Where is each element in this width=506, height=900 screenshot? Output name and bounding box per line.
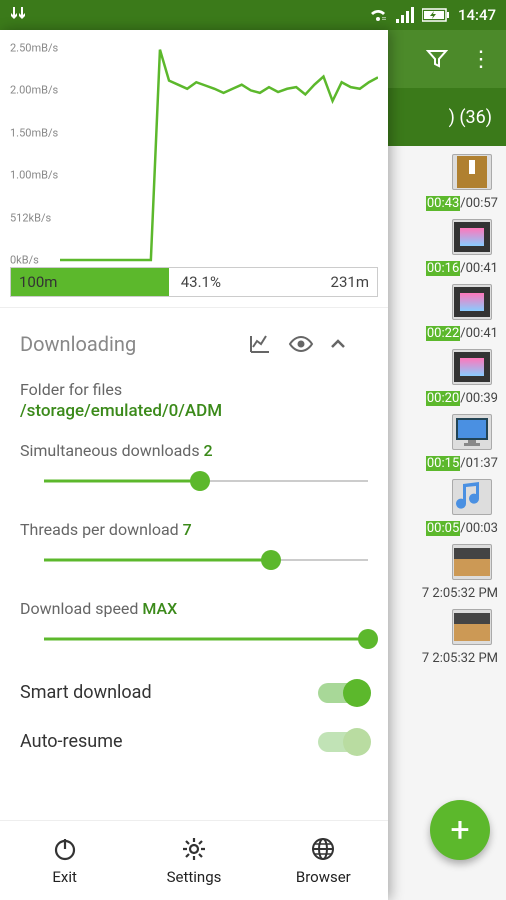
visibility-icon[interactable]: [288, 332, 328, 356]
section-title: Downloading: [20, 332, 248, 356]
sim-downloads-value: 2: [204, 441, 213, 460]
list-item[interactable]: 00:15/01:37: [388, 410, 506, 475]
list-item[interactable]: 00:16/00:41: [388, 215, 506, 280]
exit-label: Exit: [52, 868, 77, 886]
status-bar: 14:47: [0, 0, 506, 30]
settings-panel: 2.50mB/s2.00mB/s1.50mB/s1.00mB/s512kB/s0…: [0, 30, 388, 900]
threads-label: Threads per download: [20, 520, 183, 539]
background-download-list: ⋮ ) (36) 00:43/00:5700:16/00:4100:22/00:…: [388, 30, 506, 900]
smart-download-label: Smart download: [20, 682, 318, 703]
bottom-nav: Exit Settings Browser: [0, 820, 388, 900]
more-icon[interactable]: ⋮: [470, 47, 492, 72]
list-item[interactable]: 7 2:05:32 PM: [388, 540, 506, 605]
auto-resume-label: Auto-resume: [20, 731, 318, 752]
settings-button[interactable]: Settings: [129, 821, 258, 900]
list-item[interactable]: 00:20/00:39: [388, 345, 506, 410]
progress-total: 231m: [331, 273, 369, 291]
list-item[interactable]: 00:43/00:57: [388, 150, 506, 215]
filter-icon[interactable]: [426, 48, 448, 70]
browser-button[interactable]: Browser: [259, 821, 388, 900]
settings-label: Settings: [167, 868, 222, 886]
exit-button[interactable]: Exit: [0, 821, 129, 900]
browser-label: Browser: [296, 868, 351, 886]
progress-bar: 100m 43.1% 231m: [10, 267, 378, 297]
chart-toggle-icon[interactable]: [248, 332, 288, 356]
folder-setting[interactable]: Folder for files /storage/emulated/0/ADM: [0, 370, 388, 431]
speed-slider[interactable]: [44, 624, 368, 654]
progress-percent: 43.1%: [181, 273, 221, 291]
speed-label: Download speed: [20, 599, 142, 618]
sim-downloads-label: Simultaneous downloads: [20, 441, 204, 460]
smart-download-toggle[interactable]: [318, 683, 368, 703]
list-item[interactable]: 00:05/00:03: [388, 475, 506, 540]
battery-icon: [422, 8, 450, 22]
list-item[interactable]: 00:22/00:41: [388, 280, 506, 345]
queue-count: ) (36): [449, 107, 492, 128]
download-arrows-icon: [10, 5, 30, 25]
sim-downloads-slider[interactable]: [44, 466, 368, 496]
speed-chart: 2.50mB/s2.00mB/s1.50mB/s1.00mB/s512kB/s0…: [0, 30, 388, 297]
progress-done: 100m: [19, 273, 57, 291]
signal-icon: [396, 7, 414, 23]
threads-slider[interactable]: [44, 545, 368, 575]
gear-icon: [181, 836, 207, 862]
auto-resume-toggle[interactable]: [318, 732, 368, 752]
wifi-icon: [368, 7, 388, 23]
clock-time: 14:47: [458, 6, 496, 24]
add-download-fab[interactable]: +: [430, 800, 490, 860]
folder-label: Folder for files: [20, 380, 368, 399]
list-item[interactable]: 7 2:05:32 PM: [388, 605, 506, 670]
collapse-icon[interactable]: [328, 334, 368, 354]
speed-value: MAX: [142, 599, 177, 618]
threads-value: 7: [183, 520, 192, 539]
globe-icon: [310, 836, 336, 862]
power-icon: [52, 836, 78, 862]
folder-path: /storage/emulated/0/ADM: [20, 401, 368, 421]
